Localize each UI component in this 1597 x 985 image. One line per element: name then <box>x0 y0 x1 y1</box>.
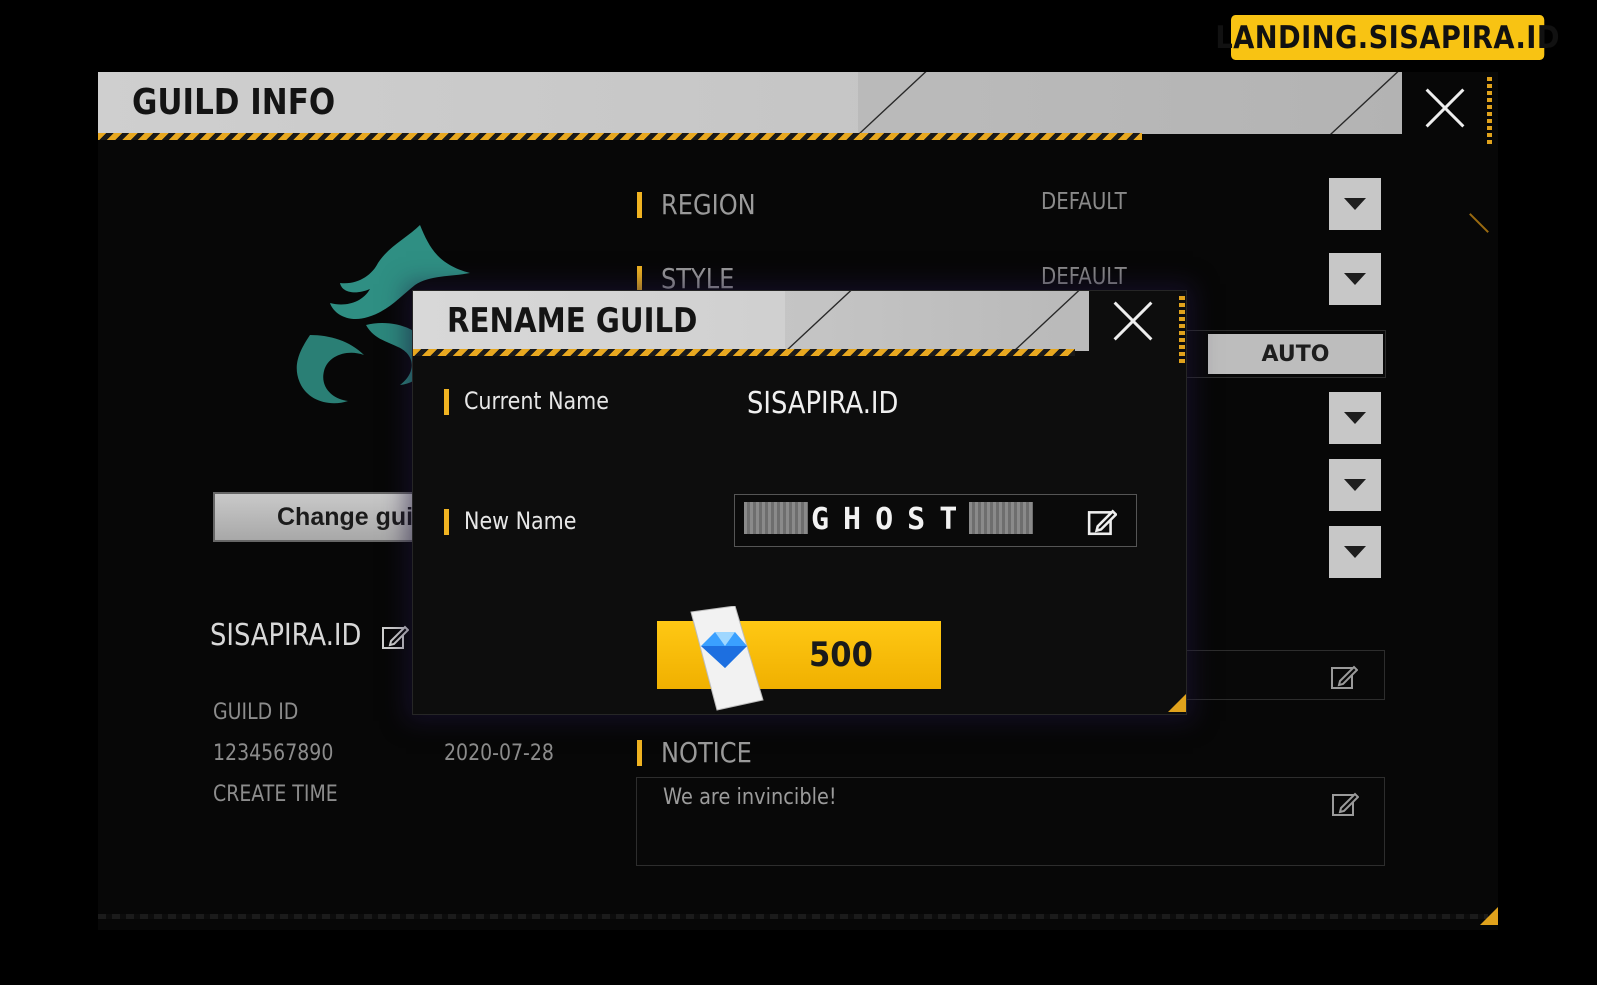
setting-dropdown-3[interactable] <box>1329 392 1381 444</box>
page-title: GUILD INFO <box>132 82 336 123</box>
region-dropdown[interactable] <box>1329 178 1381 230</box>
setting-dropdown-5[interactable] <box>1329 526 1381 578</box>
new-name-input[interactable]: GHOST <box>734 494 1137 547</box>
modal-header-shade <box>785 291 1089 351</box>
header-shade <box>858 72 1402 134</box>
guild-info-close-button[interactable] <box>1423 86 1467 130</box>
create-time-value: 2020-07-28 <box>444 741 554 766</box>
new-name-text: GHOST <box>811 502 972 537</box>
modal-title: RENAME GUILD <box>447 301 698 341</box>
guild-id-value: 1234567890 <box>213 741 334 766</box>
new-name-label: New Name <box>464 507 577 535</box>
panel-corner-decoration <box>1480 907 1498 925</box>
guild-name: SISAPIRA.ID <box>210 618 362 653</box>
region-marker <box>637 192 642 218</box>
edit-icon[interactable] <box>1330 663 1358 691</box>
current-name-value: SISAPIRA.ID <box>747 386 899 421</box>
style-dropdown[interactable] <box>1329 253 1381 305</box>
panel-edge-stripe <box>1487 74 1492 144</box>
style-marker <box>637 266 642 292</box>
rename-modal-header: RENAME GUILD <box>413 291 1089 351</box>
region-value: DEFAULT <box>1041 189 1127 215</box>
current-name-label: Current Name <box>464 387 609 415</box>
redacted-suffix <box>969 502 1033 534</box>
create-time-label: CREATE TIME <box>213 782 338 807</box>
style-value: DEFAULT <box>1041 264 1127 290</box>
rename-modal-close-button[interactable] <box>1111 299 1155 343</box>
edit-icon[interactable] <box>381 623 409 651</box>
notice-label: NOTICE <box>661 736 752 769</box>
current-name-marker <box>444 389 449 415</box>
notice-text: We are invincible! <box>663 785 837 810</box>
watermark-badge: LANDING.SISAPIRA.ID <box>1215 15 1559 60</box>
rename-guild-modal: RENAME GUILD Current Name SISAPIRA.ID Ne… <box>412 290 1187 715</box>
new-name-marker <box>444 509 449 535</box>
edit-icon[interactable] <box>1087 507 1117 537</box>
notice-marker <box>637 740 642 766</box>
modal-hazard-stripe <box>413 349 1075 356</box>
guild-info-header: GUILD INFO <box>98 72 1402 134</box>
diamond-price: 500 <box>809 635 873 675</box>
auto-button[interactable]: AUTO <box>1208 334 1383 374</box>
setting-dropdown-4[interactable] <box>1329 459 1381 511</box>
redacted-prefix <box>744 502 808 534</box>
modal-corner-decoration <box>1168 694 1186 712</box>
region-label: REGION <box>661 188 756 221</box>
header-hazard-stripe <box>98 133 1142 140</box>
diamond-icon <box>690 606 764 711</box>
guild-id-label: GUILD ID <box>213 700 299 725</box>
panel-bottom-border <box>98 914 1488 919</box>
modal-edge-stripe <box>1179 293 1185 363</box>
edit-icon[interactable] <box>1331 790 1359 818</box>
